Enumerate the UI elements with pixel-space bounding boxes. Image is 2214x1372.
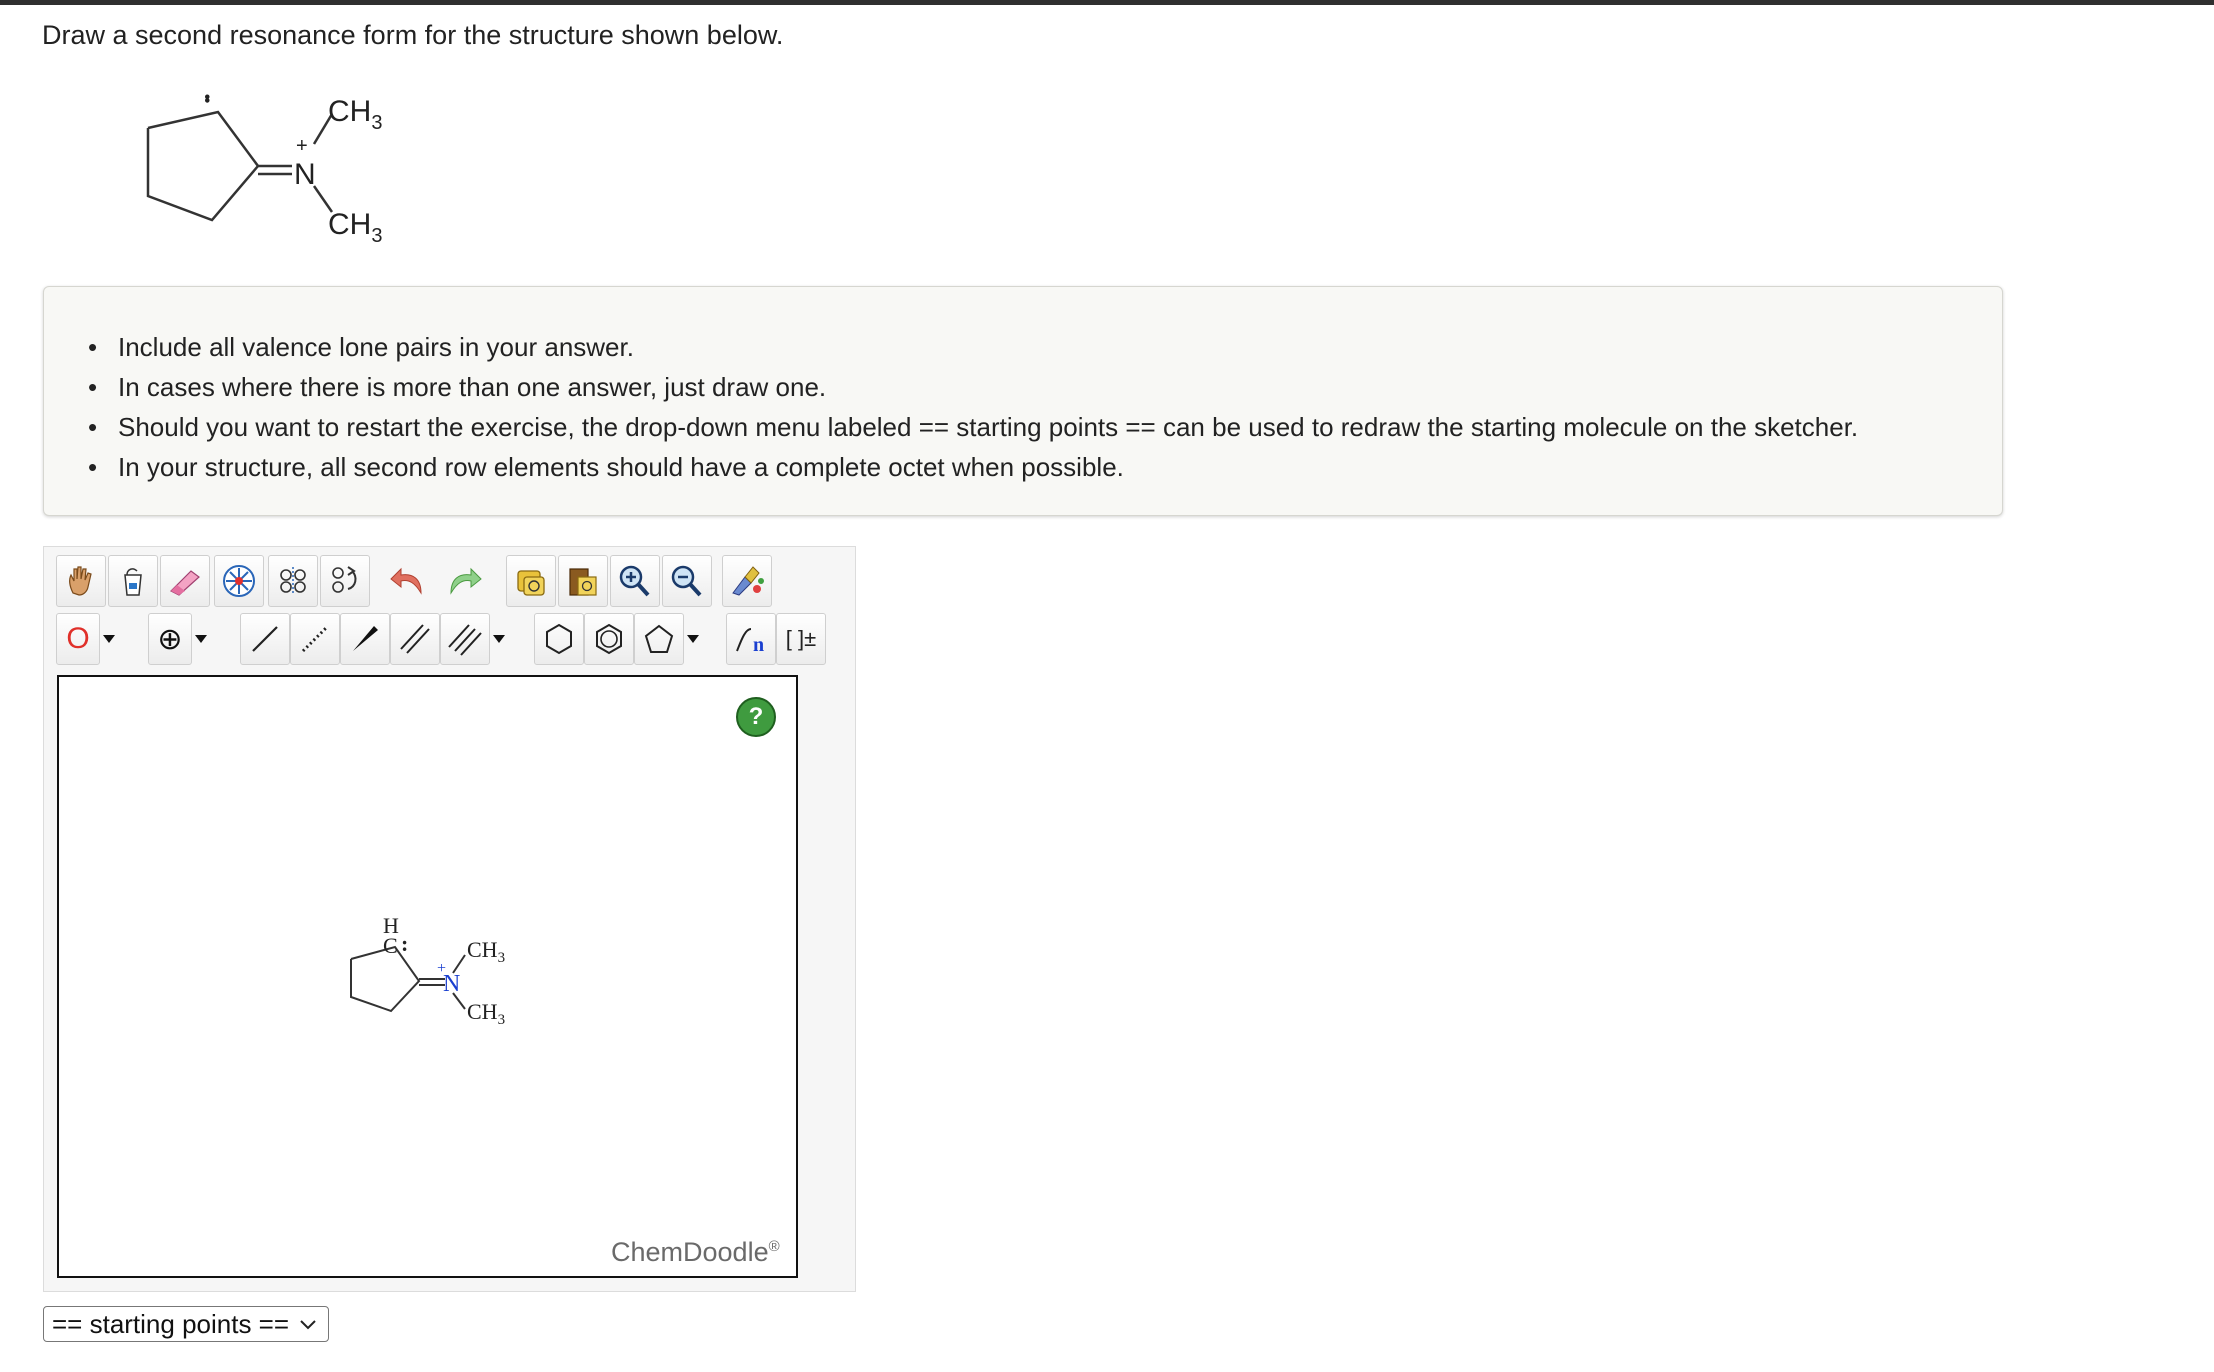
benzene-icon[interactable] xyxy=(584,613,634,665)
zoom-out-icon[interactable] xyxy=(662,555,712,607)
chain-label: n xyxy=(753,634,764,656)
chemdoodle-sketcher: O ⊕ n [ ]± ? H C: + N CH3 CH3 ChemDoodl… xyxy=(43,546,856,1292)
chain-icon[interactable]: n xyxy=(726,613,776,665)
center-icon[interactable] xyxy=(214,555,264,607)
top-border xyxy=(0,0,2214,5)
instruction-item: In cases where there is more than one an… xyxy=(88,367,1858,407)
canvas-ch3-bottom: CH xyxy=(467,999,498,1024)
subscript: 3 xyxy=(371,225,382,247)
triple-bond-icon[interactable] xyxy=(440,613,490,665)
eraser-icon[interactable] xyxy=(160,555,210,607)
charge-button[interactable]: ⊕ xyxy=(148,613,192,665)
registered-mark: ® xyxy=(768,1238,780,1255)
undo-icon[interactable] xyxy=(384,555,434,607)
instruction-item: Should you want to restart the exercise,… xyxy=(88,407,1858,447)
starting-points-select[interactable]: == starting points == xyxy=(43,1306,329,1342)
hand-icon[interactable] xyxy=(56,555,106,607)
flip-icon[interactable] xyxy=(268,555,318,607)
wedge-bond-icon[interactable] xyxy=(340,613,390,665)
canvas-ch3-top: CH xyxy=(467,937,498,962)
svg-text:CH3: CH3 xyxy=(467,999,505,1028)
svg-text:CH3: CH3 xyxy=(328,208,382,247)
canvas-subscript: 3 xyxy=(498,950,506,966)
zoom-in-icon[interactable] xyxy=(610,555,660,607)
ch3-top: CH xyxy=(328,95,371,128)
lone-pair: •• xyxy=(198,94,215,104)
canvas-c-label: C xyxy=(383,933,398,958)
double-bond-icon[interactable] xyxy=(390,613,440,665)
nitrogen-label: N xyxy=(294,158,316,191)
canvas-n-label: N xyxy=(443,971,460,997)
cyclopentane-icon[interactable] xyxy=(634,613,684,665)
ring-dropdown-chevron-down-icon[interactable] xyxy=(684,613,702,665)
svg-text:CH3: CH3 xyxy=(328,95,382,134)
cyclohexane-icon[interactable] xyxy=(534,613,584,665)
canvas-molecule[interactable]: H C : + N CH3 CH3 xyxy=(349,915,549,1055)
instruction-item: Include all valence lone pairs in your a… xyxy=(88,327,1858,367)
single-bond-icon[interactable] xyxy=(240,613,290,665)
chemdoodle-watermark: ChemDoodle® xyxy=(611,1237,780,1268)
charge-dropdown-chevron-down-icon[interactable] xyxy=(192,613,210,665)
starting-molecule: •• + N CH3 CH3 xyxy=(146,94,382,247)
rotate-icon[interactable] xyxy=(320,555,370,607)
canvas-lone-pair: : xyxy=(401,931,408,956)
bond-dropdown-chevron-down-icon[interactable] xyxy=(490,613,508,665)
canvas-subscript: 3 xyxy=(498,1012,506,1028)
bracket-charge-icon[interactable]: [ ]± xyxy=(776,613,826,665)
clean-icon[interactable] xyxy=(722,555,772,607)
bracket-label: [ ]± xyxy=(785,626,817,651)
dashed-bond-icon[interactable] xyxy=(290,613,340,665)
instructions-box: Include all valence lone pairs in your a… xyxy=(43,286,2003,516)
charge-plus-icon: ⊕ xyxy=(157,622,183,656)
atom-label-button[interactable]: O xyxy=(56,613,100,665)
watermark-text: ChemDoodle xyxy=(611,1237,769,1267)
charge-plus: + xyxy=(296,135,308,157)
clear-icon[interactable] xyxy=(108,555,158,607)
redo-icon[interactable] xyxy=(438,555,488,607)
drawing-canvas[interactable]: ? H C : + N CH3 CH3 ChemDoodle® xyxy=(57,675,798,1278)
question-text: Draw a second resonance form for the str… xyxy=(42,20,784,50)
instruction-item: In your structure, all second row elemen… xyxy=(88,447,1858,487)
svg-text:CH3: CH3 xyxy=(467,937,505,966)
paste-icon[interactable] xyxy=(558,555,608,607)
copy-icon[interactable] xyxy=(506,555,556,607)
subscript: 3 xyxy=(371,112,382,134)
atom-label: O xyxy=(66,622,90,655)
atom-dropdown-chevron-down-icon[interactable] xyxy=(100,613,118,665)
ch3-bottom: CH xyxy=(328,208,371,241)
chevron-down-icon xyxy=(300,1320,316,1330)
starting-points-value: == starting points == xyxy=(52,1309,290,1339)
help-button[interactable]: ? xyxy=(736,697,776,737)
